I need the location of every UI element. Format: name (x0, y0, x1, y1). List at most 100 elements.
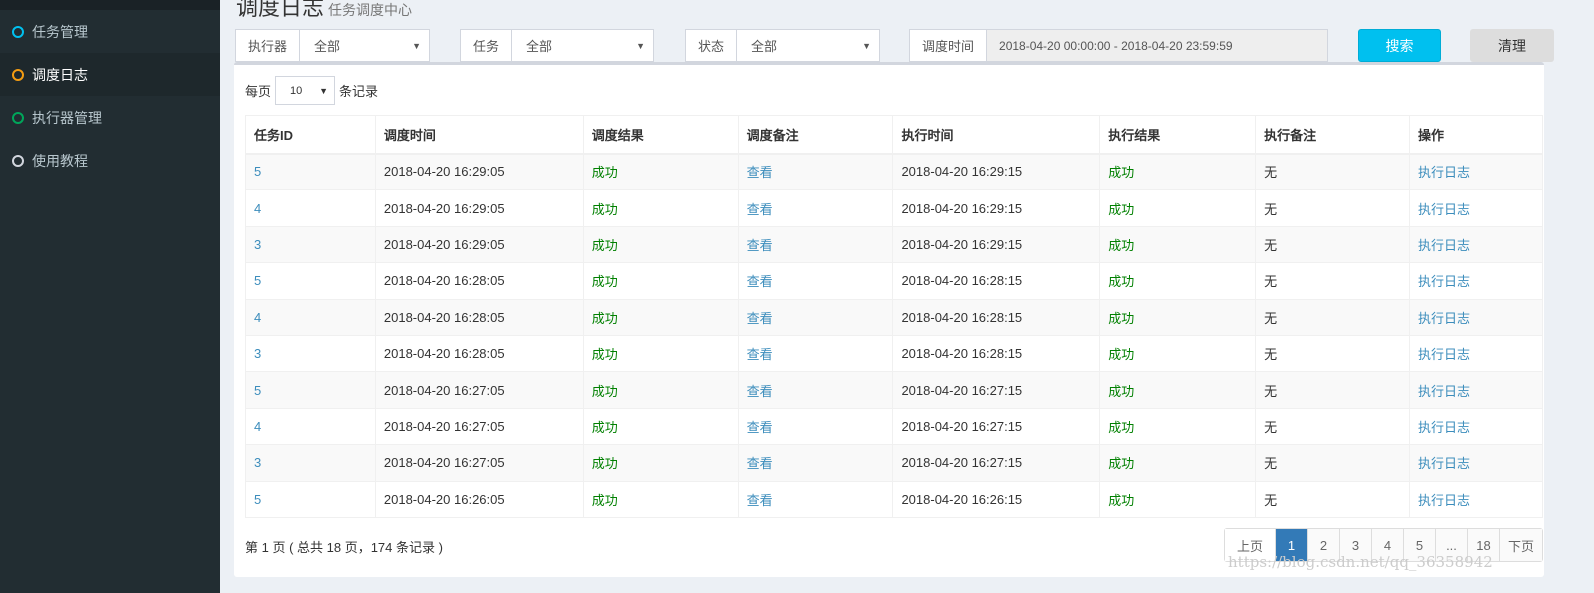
table-row: 5 2018-04-20 16:28:05 成功 查看 2018-04-20 16:28… (245, 262, 1543, 300)
handle-msg: 无 (1255, 444, 1411, 482)
table-row: 4 2018-04-20 16:29:05 成功 查看 2018-04-20 16:29… (245, 189, 1543, 227)
circle-icon (12, 111, 24, 124)
caret-down-icon: ▼ (636, 40, 645, 51)
trigger-result: 成功 (582, 371, 739, 409)
executor-filter[interactable]: 执行器 全部 ▼ (235, 29, 430, 62)
handle-result: 成功 (1099, 225, 1257, 264)
time-filter[interactable]: 调度时间 2018-04-20 00:00:00 - 2018-04-20 23:… (909, 29, 1328, 62)
exec-log-link[interactable]: 执行日志 (1409, 262, 1543, 300)
trigger-time: 2018-04-20 16:27:05 (374, 407, 584, 446)
caret-down-icon: ▼ (319, 85, 329, 96)
job-filter[interactable]: 任务 全部 ▼ (460, 29, 654, 62)
table-row: 5 2018-04-20 16:26:05 成功 查看 2018-04-20 16:26… (245, 480, 1543, 518)
time-label: 调度时间 (910, 30, 988, 61)
sidebar-item[interactable]: 使用教程 (0, 139, 220, 182)
status-filter[interactable]: 状态 全部 ▼ (685, 29, 880, 62)
circle-icon (12, 154, 24, 167)
table-row: 3 2018-04-20 16:28:05 成功 查看 2018-04-20 16:28… (245, 334, 1543, 373)
caret-down-icon: ▼ (412, 40, 421, 51)
handle-msg: 无 (1255, 225, 1411, 264)
handle-result: 成功 (1099, 407, 1257, 446)
column-header: 调度结果 (582, 115, 739, 155)
handle-msg: 无 (1255, 480, 1411, 518)
trigger-msg-link[interactable]: 查看 (737, 371, 894, 409)
handle-msg: 无 (1255, 298, 1411, 336)
exec-log-link[interactable]: 执行日志 (1409, 334, 1543, 373)
sidebar-item[interactable]: 调度日志 (0, 53, 220, 96)
exec-log-link[interactable]: 执行日志 (1409, 371, 1543, 409)
handle-msg: 无 (1255, 334, 1411, 373)
handle-msg: 无 (1255, 407, 1411, 446)
page-button[interactable]: 下页 (1498, 529, 1542, 561)
handle-time: 2018-04-20 16:29:15 (892, 225, 1101, 264)
table-row: 5 2018-04-20 16:27:05 成功 查看 2018-04-20 16:27… (245, 371, 1543, 409)
table-row: 3 2018-04-20 16:27:05 成功 查看 2018-04-20 16:27… (245, 444, 1543, 482)
job-id-link[interactable]: 4 (245, 407, 376, 446)
caret-down-icon: ▼ (862, 40, 871, 51)
trigger-time: 2018-04-20 16:27:05 (374, 444, 584, 482)
exec-log-link[interactable]: 执行日志 (1409, 407, 1543, 446)
job-id-link[interactable]: 3 (245, 444, 376, 482)
table-row: 4 2018-04-20 16:28:05 成功 查看 2018-04-20 16:28… (245, 298, 1543, 336)
handle-result: 成功 (1099, 480, 1257, 518)
trigger-result: 成功 (582, 262, 739, 300)
status-select[interactable]: 全部 ▼ (737, 30, 879, 61)
exec-log-link[interactable]: 执行日志 (1409, 480, 1543, 518)
job-id-link[interactable]: 5 (245, 152, 376, 191)
executor-select[interactable]: 全部 ▼ (300, 30, 429, 61)
job-id-link[interactable]: 4 (245, 298, 376, 336)
exec-log-link[interactable]: 执行日志 (1409, 152, 1543, 191)
page-size-select[interactable]: 10 ▼ (275, 76, 336, 105)
trigger-time: 2018-04-20 16:28:05 (374, 298, 584, 336)
search-button[interactable]: 搜索 (1358, 29, 1441, 62)
trigger-result: 成功 (582, 225, 739, 264)
trigger-time: 2018-04-20 16:27:05 (374, 371, 584, 409)
trigger-msg-link[interactable]: 查看 (737, 298, 894, 336)
job-id-link[interactable]: 5 (245, 262, 376, 300)
sidebar-top (0, 0, 220, 10)
handle-time: 2018-04-20 16:27:15 (892, 444, 1101, 482)
handle-time: 2018-04-20 16:28:15 (892, 262, 1101, 300)
trigger-msg-link[interactable]: 查看 (737, 334, 894, 373)
sidebar-item[interactable]: 任务管理 (0, 10, 220, 53)
trigger-msg-link[interactable]: 查看 (737, 407, 894, 446)
sidebar-item[interactable]: 执行器管理 (0, 96, 220, 139)
sidebar: 任务管理 调度日志 执行器管理使用教程 (0, 0, 220, 593)
table-row: 3 2018-04-20 16:29:05 成功 查看 2018-04-20 16:29… (245, 225, 1543, 264)
executor-label: 执行器 (236, 30, 301, 61)
trigger-time: 2018-04-20 16:26:05 (374, 480, 584, 518)
job-id-link[interactable]: 4 (245, 189, 376, 227)
executor-value: 全部 (314, 39, 341, 54)
job-value: 全部 (526, 39, 553, 54)
job-id-link[interactable]: 3 (245, 334, 376, 373)
clear-button[interactable]: 清理 (1470, 29, 1554, 62)
handle-result: 成功 (1099, 334, 1257, 373)
trigger-msg-link[interactable]: 查看 (737, 225, 894, 264)
time-value: 2018-04-20 00:00:00 - 2018-04-20 23:59:5… (999, 38, 1233, 53)
column-header: 操作 (1409, 115, 1543, 155)
page-info: 第 1 页 ( 总共 18 页，174 条记录 ) (245, 540, 443, 555)
page-size: 每页 10 ▼ 条记录 (245, 76, 378, 105)
status-label: 状态 (686, 30, 738, 61)
exec-log-link[interactable]: 执行日志 (1409, 298, 1543, 336)
trigger-msg-link[interactable]: 查看 (737, 262, 894, 300)
exec-log-link[interactable]: 执行日志 (1409, 189, 1543, 227)
column-header: 执行时间 (892, 115, 1101, 155)
time-range-input[interactable]: 2018-04-20 00:00:00 - 2018-04-20 23:59:5… (987, 30, 1327, 61)
handle-msg: 无 (1255, 371, 1411, 409)
handle-time: 2018-04-20 16:27:15 (892, 407, 1101, 446)
trigger-msg-link[interactable]: 查看 (737, 444, 894, 482)
trigger-msg-link[interactable]: 查看 (737, 480, 894, 518)
job-select[interactable]: 全部 ▼ (512, 30, 653, 61)
exec-log-link[interactable]: 执行日志 (1409, 444, 1543, 482)
trigger-result: 成功 (582, 189, 739, 227)
job-id-link[interactable]: 5 (245, 480, 376, 518)
trigger-msg-link[interactable]: 查看 (737, 189, 894, 227)
trigger-msg-link[interactable]: 查看 (737, 152, 894, 191)
column-header: 执行结果 (1099, 115, 1257, 155)
job-id-link[interactable]: 3 (245, 225, 376, 264)
exec-log-link[interactable]: 执行日志 (1409, 225, 1543, 264)
handle-result: 成功 (1099, 152, 1257, 191)
job-id-link[interactable]: 5 (245, 371, 376, 409)
sidebar-item-label: 使用教程 (32, 152, 88, 169)
